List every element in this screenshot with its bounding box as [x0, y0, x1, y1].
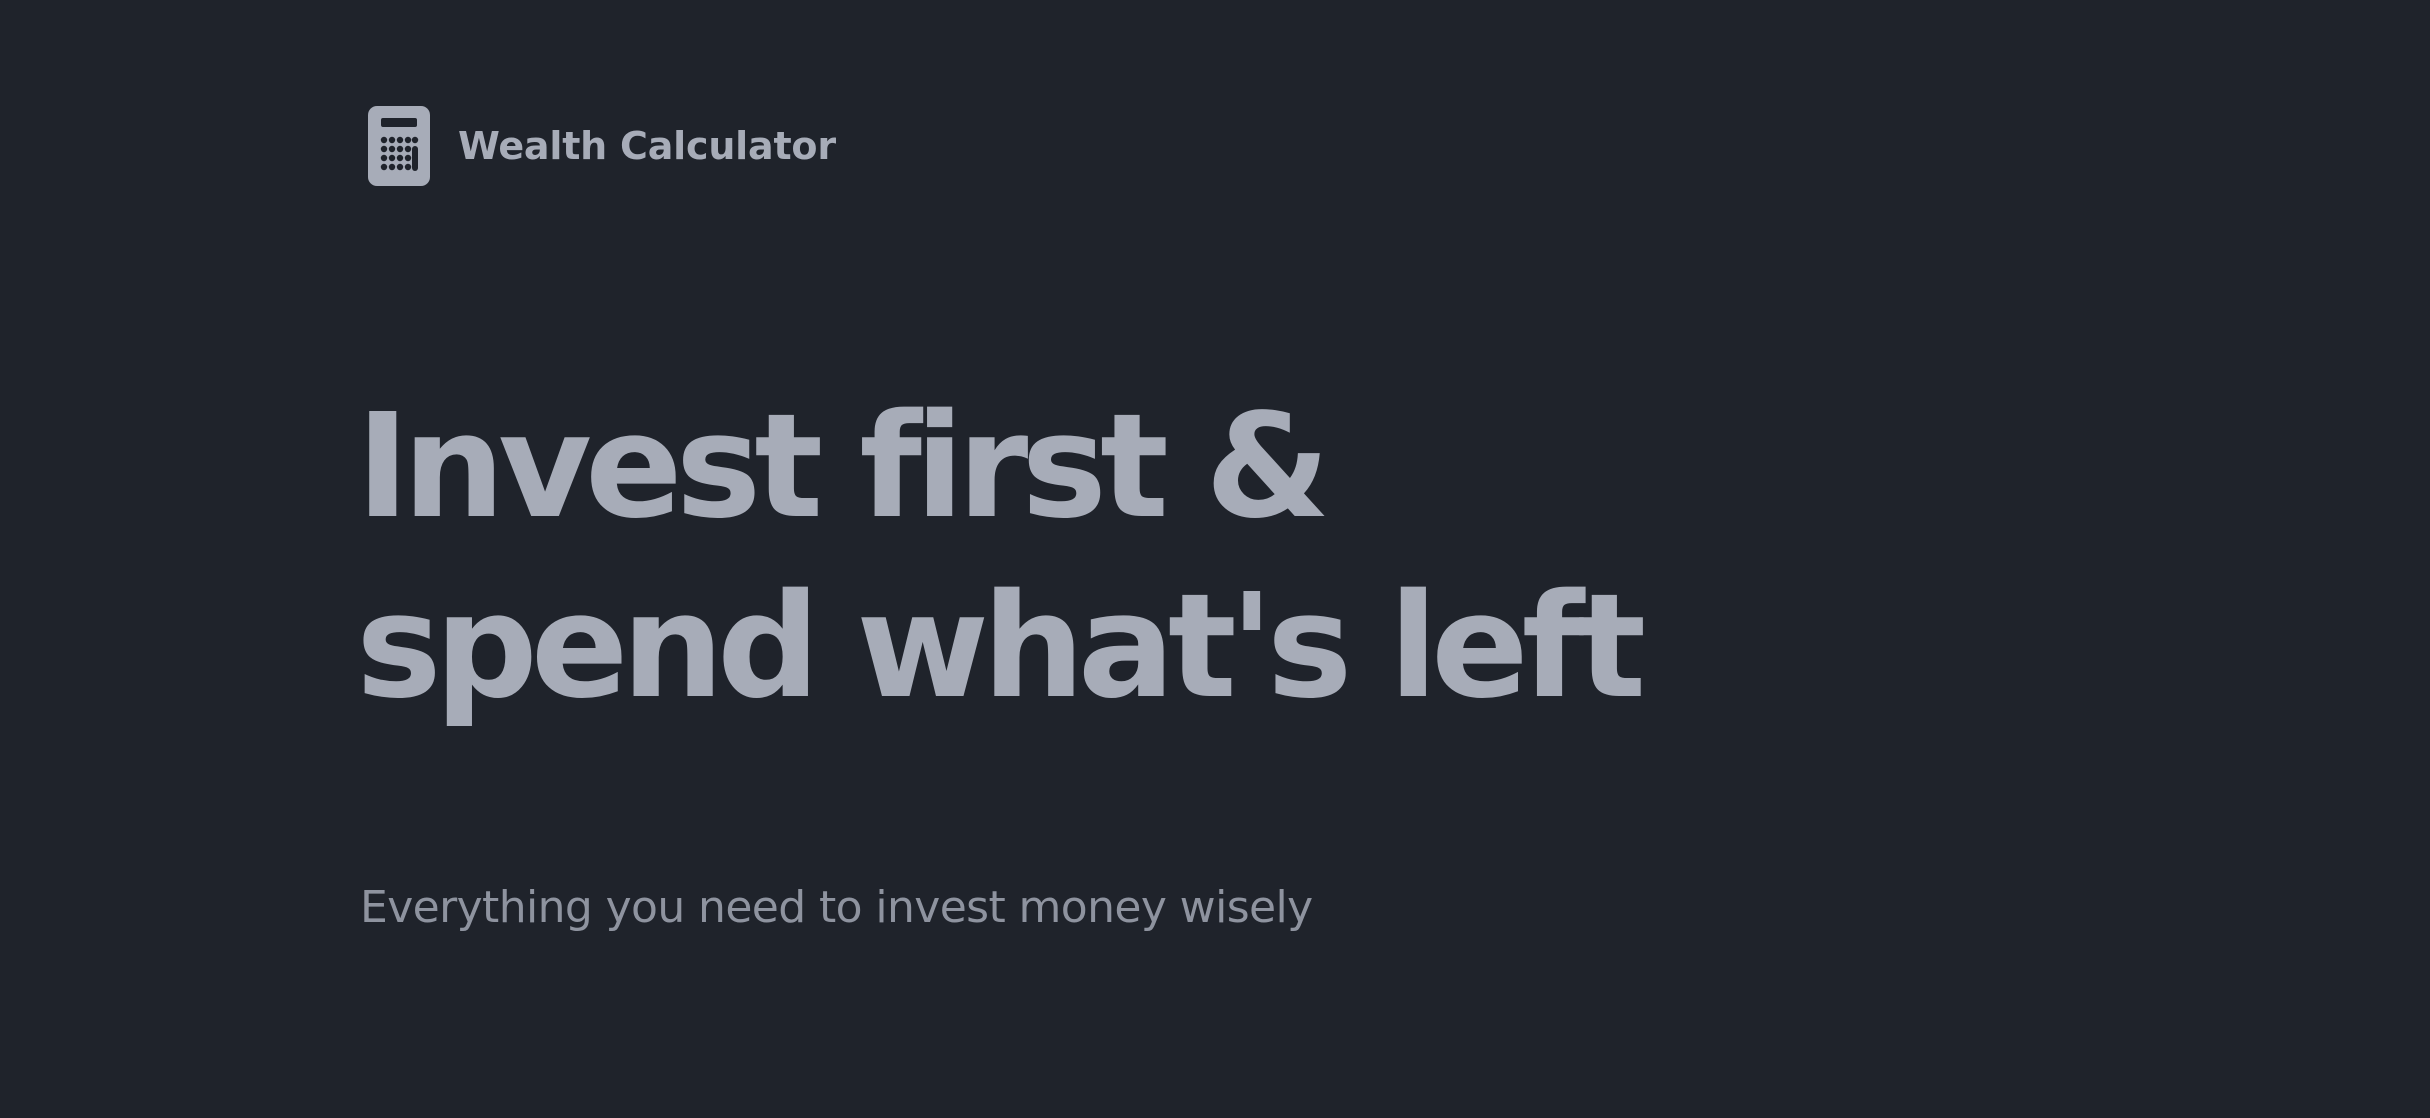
brand-name: Wealth Calculator [458, 124, 836, 168]
hero-title-line-2: spend what's left [356, 562, 1646, 730]
calculator-icon [368, 106, 430, 186]
hero-title: Invest first & spend what's left [356, 376, 1646, 736]
hero-title-line-1: Invest first & [356, 382, 1331, 550]
hero-subtitle: Everything you need to invest money wise… [360, 882, 1313, 933]
brand-logo[interactable]: Wealth Calculator [368, 106, 836, 186]
